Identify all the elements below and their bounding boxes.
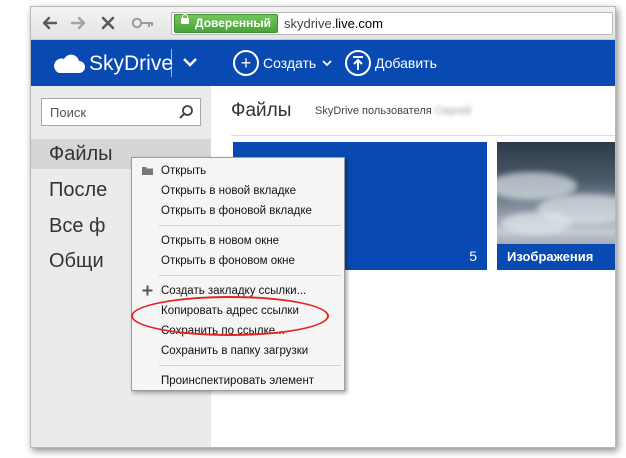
menu-item-inspect-element[interactable]: Проинспектировать элемент xyxy=(161,372,314,390)
menu-separator xyxy=(159,365,341,366)
stop-icon[interactable] xyxy=(97,12,119,34)
chevron-down-icon xyxy=(322,60,332,67)
brand-name: SkyDrive xyxy=(89,52,174,75)
page-title: Файлы xyxy=(231,100,292,121)
upload-label: Добавить xyxy=(375,55,437,71)
menu-item-open[interactable]: Открыть xyxy=(161,162,206,180)
back-icon[interactable] xyxy=(39,12,61,34)
menu-item-open-background-window[interactable]: Открыть в фоновом окне xyxy=(161,252,295,270)
menu-item-open-new-tab[interactable]: Открыть в новой вкладке xyxy=(161,182,296,200)
photo-cloud xyxy=(502,212,572,234)
divider xyxy=(231,135,615,136)
create-label: Создать xyxy=(263,55,317,71)
folder-icon xyxy=(142,167,153,175)
search-input[interactable] xyxy=(50,99,170,125)
menu-item-save-to-downloads[interactable]: Сохранить в папку загрузки xyxy=(161,342,308,360)
upload-icon xyxy=(345,50,371,77)
tile-count: 5 xyxy=(469,248,477,264)
plus-icon: + xyxy=(233,50,259,77)
owner-caption: SkyDrive пользователя Сергей xyxy=(315,104,471,118)
search-box[interactable] xyxy=(41,98,201,126)
menu-separator xyxy=(159,225,341,226)
forward-icon[interactable] xyxy=(67,12,89,34)
upload-button[interactable]: Добавить xyxy=(345,49,437,77)
browser-window: Доверенный skydrive.live.com SkyDrive + С… xyxy=(30,6,616,448)
context-menu: Открыть Открыть в новой вкладке Открыть … xyxy=(131,157,345,391)
menu-separator xyxy=(159,275,341,276)
highlight-ellipse xyxy=(131,296,329,336)
create-button[interactable]: + Создать xyxy=(233,49,332,77)
browser-toolbar: Доверенный skydrive.live.com xyxy=(31,7,615,40)
url-host: skydrive. xyxy=(284,16,336,31)
menu-item-open-background-tab[interactable]: Открыть в фоновой вкладке xyxy=(161,202,312,220)
brand-divider xyxy=(171,49,172,77)
cloud-icon xyxy=(54,54,85,73)
plus-icon xyxy=(142,285,153,296)
key-icon[interactable] xyxy=(129,12,157,34)
lock-icon xyxy=(181,14,189,24)
owner-prefix: SkyDrive пользователя xyxy=(315,105,432,117)
search-icon[interactable] xyxy=(178,104,194,120)
security-badge[interactable]: Доверенный xyxy=(174,14,279,33)
url-domain: live.com xyxy=(335,16,383,31)
owner-name: Сергей xyxy=(434,105,472,117)
url-text[interactable]: skydrive.live.com xyxy=(284,13,383,34)
app-bar: SkyDrive + Создать Добавить xyxy=(31,40,615,86)
chevron-down-icon[interactable] xyxy=(180,50,200,74)
tile-label: Изображения xyxy=(497,244,615,270)
address-bar[interactable]: Доверенный skydrive.live.com xyxy=(171,12,613,35)
folder-tile-images[interactable]: Изображения xyxy=(497,142,615,270)
menu-item-open-new-window[interactable]: Открыть в новом окне xyxy=(161,232,279,250)
security-badge-label: Доверенный xyxy=(195,16,272,30)
